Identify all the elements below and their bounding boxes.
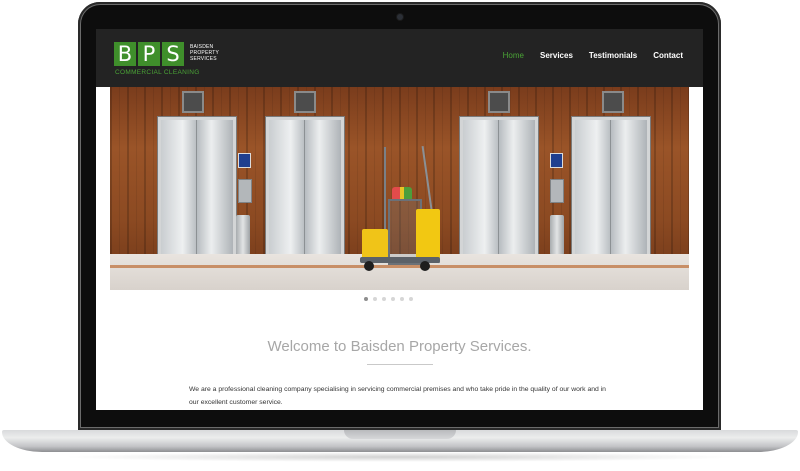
logo-company-name: BAISDEN PROPERTY SERVICES <box>190 44 250 62</box>
slider-dot[interactable] <box>364 297 368 301</box>
slider-dot[interactable] <box>382 297 386 301</box>
nav-testimonials[interactable]: Testimonials <box>589 51 637 60</box>
webcam-icon <box>397 14 403 20</box>
welcome-paragraph: We are a professional cleaning company s… <box>189 386 606 406</box>
main-nav: Home Services Testimonials Contact <box>487 51 683 60</box>
slider-dot[interactable] <box>400 297 404 301</box>
welcome-heading: Welcome to Baisden Property Services. <box>267 338 532 355</box>
logo-letter-p: P <box>138 42 160 66</box>
ceiling-lamp-icon <box>294 91 316 113</box>
elevator-sign-icon <box>238 153 251 168</box>
laptop-mockup: B P S BAISDEN PROPERTY SERVICES COMMERCI… <box>0 0 800 471</box>
slider-dot[interactable] <box>391 297 395 301</box>
mop-bucket <box>362 229 388 259</box>
logo-letter-b: B <box>114 42 136 66</box>
elevator-door <box>266 117 344 263</box>
logo-name-line-3: SERVICES <box>190 56 217 62</box>
cleaning-bottles <box>392 187 412 199</box>
cart-bag <box>416 209 440 259</box>
ceiling-lamp-icon <box>488 91 510 113</box>
hero-slide-image[interactable] <box>110 87 689 290</box>
cart-wheel <box>420 261 430 271</box>
cart-wheel <box>364 261 374 271</box>
logo-tagline: COMMERCIAL CLEANING <box>115 69 200 76</box>
elevator-door <box>158 117 236 263</box>
heading-divider <box>367 364 433 365</box>
nav-services[interactable]: Services <box>540 51 573 60</box>
slider-dot[interactable] <box>373 297 377 301</box>
website-screen: B P S BAISDEN PROPERTY SERVICES COMMERCI… <box>96 29 703 410</box>
site-header: B P S BAISDEN PROPERTY SERVICES COMMERCI… <box>96 29 703 87</box>
laptop-shadow <box>60 452 740 462</box>
waste-bin <box>550 215 564 255</box>
logo-letter-boxes: B P S <box>114 42 184 66</box>
site-logo[interactable]: B P S BAISDEN PROPERTY SERVICES COMMERCI… <box>114 42 219 76</box>
cart-handle <box>384 147 386 237</box>
call-button-panel <box>238 179 252 203</box>
laptop-opening-notch <box>344 430 456 439</box>
slider-dot[interactable] <box>409 297 413 301</box>
elevator-sign-icon <box>550 153 563 168</box>
slider-pagination <box>364 297 413 301</box>
elevator-door <box>572 117 650 263</box>
logo-letter-s: S <box>162 42 184 66</box>
cleaning-cart-image <box>360 146 444 273</box>
ceiling-lamp-icon <box>182 91 204 113</box>
call-button-panel <box>550 179 564 203</box>
elevator-door <box>460 117 538 263</box>
nav-home[interactable]: Home <box>503 51 524 60</box>
ceiling-lamp-icon <box>602 91 624 113</box>
waste-bin <box>236 215 250 255</box>
nav-contact[interactable]: Contact <box>653 51 683 60</box>
